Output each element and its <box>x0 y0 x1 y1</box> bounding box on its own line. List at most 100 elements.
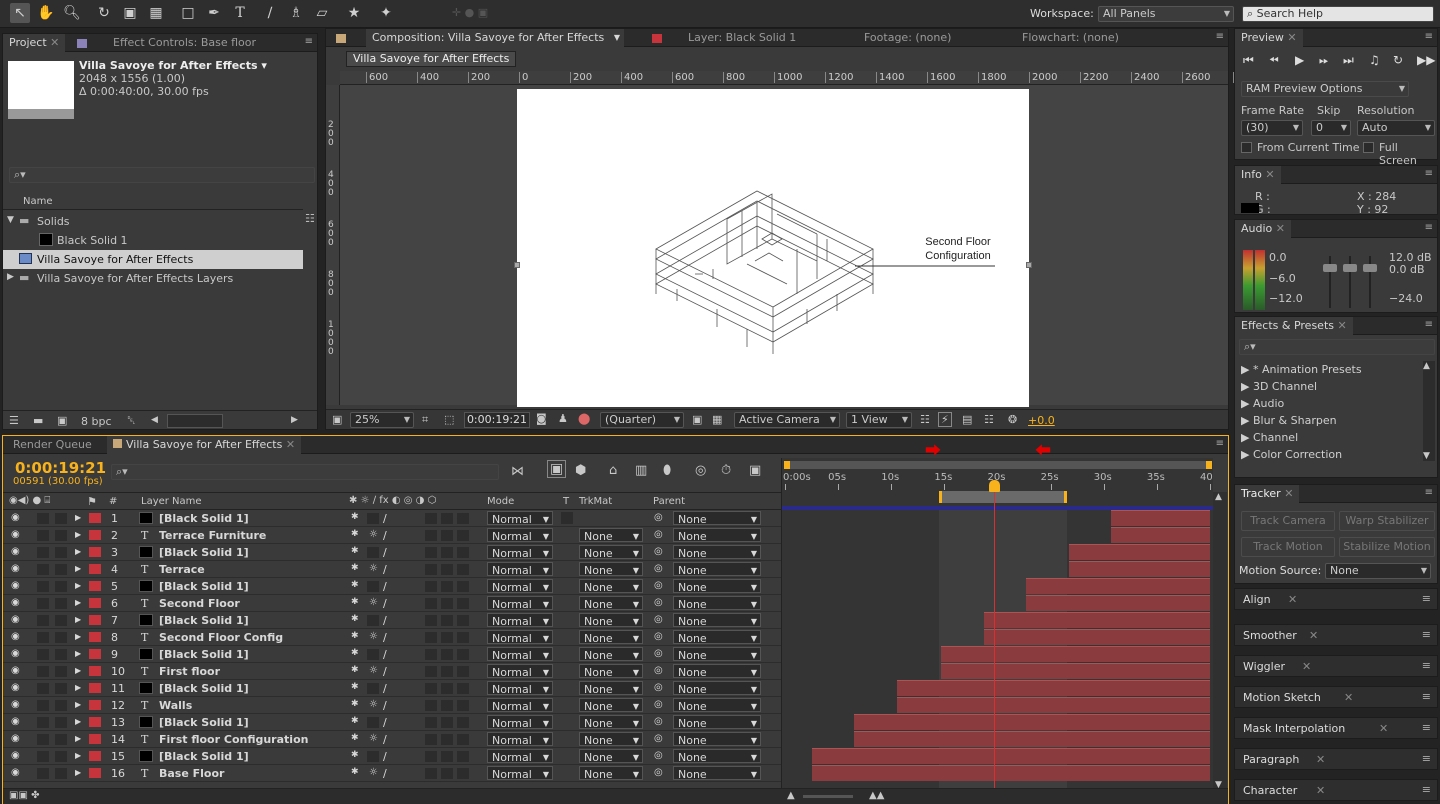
roto-brush-tool-icon[interactable]: ★ <box>344 3 364 23</box>
parent-dropdown[interactable]: None ▼ <box>673 766 761 781</box>
timeline-icon[interactable]: ▤ <box>962 413 972 426</box>
time-navigator[interactable] <box>784 461 1212 469</box>
switch-cell[interactable] <box>425 615 437 626</box>
loop-icon[interactable]: ↻ <box>1393 53 1403 67</box>
skip-dropdown[interactable]: 0 <box>1311 120 1351 136</box>
layer-row[interactable]: ◉ ▶ 8 T Second Floor Config ✱ ☼ ∕ Normal ▼ None ▼ ◎ N… <box>3 629 781 646</box>
collapse-switch-icon[interactable]: ☼ <box>369 563 378 574</box>
visibility-eye-icon[interactable]: ◉ <box>11 716 20 727</box>
pickwhip-icon[interactable]: ◎ <box>654 529 663 540</box>
trkmat-dropdown[interactable]: None ▼ <box>579 647 643 662</box>
switch-cell[interactable] <box>425 700 437 711</box>
label-color-swatch[interactable] <box>89 632 101 642</box>
brush-tool-icon[interactable]: ∕ <box>260 3 280 23</box>
layer-row[interactable]: ◉ ▶ 5 [Black Solid 1] ✱ ∕ Normal ▼ None ▼ ◎ None ▼ <box>3 578 781 595</box>
layer-name[interactable]: Walls <box>159 699 192 712</box>
label-color-swatch[interactable] <box>89 751 101 761</box>
layer-name[interactable]: [Black Solid 1] <box>159 648 249 661</box>
trkmat-dropdown[interactable]: None ▼ <box>579 545 643 560</box>
mode-dropdown[interactable]: Normal ▼ <box>487 613 553 628</box>
lock-toggle[interactable] <box>55 632 67 643</box>
playhead[interactable] <box>989 480 1001 790</box>
zoom-dropdown[interactable]: 25% <box>350 412 414 428</box>
switch-cell[interactable] <box>425 768 437 779</box>
close-icon[interactable]: ✕ <box>1284 487 1293 500</box>
lock-toggle[interactable] <box>55 683 67 694</box>
pickwhip-icon[interactable]: ◎ <box>654 699 663 710</box>
parent-dropdown[interactable]: None ▼ <box>673 630 761 645</box>
full-screen-checkbox[interactable] <box>1363 142 1374 153</box>
switch-cell[interactable] <box>457 564 469 575</box>
effects-scrollbar[interactable]: ▲ ▼ <box>1423 361 1435 461</box>
layer-row[interactable]: ◉ ▶ 12 T Walls ✱ ☼ ∕ Normal ▼ None ▼ ◎ None ▼ <box>3 697 781 714</box>
lock-toggle[interactable] <box>55 700 67 711</box>
trash-icon[interactable]: ␡ <box>127 414 136 428</box>
layer-name[interactable]: Second Floor Config <box>159 631 283 644</box>
layer-duration-bar[interactable] <box>854 714 1210 730</box>
mode-dropdown[interactable]: Normal ▼ <box>487 528 553 543</box>
pickwhip-icon[interactable]: ◎ <box>654 665 663 676</box>
close-icon[interactable]: ✕ <box>1309 629 1318 642</box>
pickwhip-icon[interactable]: ◎ <box>654 580 663 591</box>
current-timecode[interactable]: 0:00:19:21 <box>15 459 106 477</box>
effects-category-item[interactable]: ▶ Color Correction <box>1241 448 1342 461</box>
switch-cell[interactable] <box>441 598 453 609</box>
quality-switch-icon[interactable]: ∕ <box>383 631 387 644</box>
name-column-header[interactable]: Name <box>23 196 53 207</box>
parent-dropdown[interactable]: None ▼ <box>673 545 761 560</box>
trkmat-dropdown[interactable]: None ▼ <box>579 664 643 679</box>
switch-cell[interactable] <box>441 717 453 728</box>
render-icon[interactable]: ▣ <box>749 463 761 478</box>
shy-switch-icon[interactable]: ✱ <box>351 699 359 709</box>
visibility-eye-icon[interactable]: ◉ <box>11 631 20 642</box>
layer-duration-bar[interactable] <box>941 663 1210 679</box>
chevron-down-icon[interactable]: ▼ <box>614 29 620 47</box>
fast-previews-icon[interactable]: ⚡ <box>938 412 952 427</box>
view-layout-dropdown[interactable]: 1 View <box>846 412 912 428</box>
switch-cell[interactable] <box>457 530 469 541</box>
switch-cell[interactable] <box>441 683 453 694</box>
mode-dropdown[interactable]: Normal ▼ <box>487 630 553 645</box>
new-comp-icon[interactable]: ▣ <box>57 414 67 427</box>
tab-layer[interactable]: Layer: Black Solid 1 <box>682 29 802 47</box>
shy-switch-icon[interactable]: ✱ <box>351 716 359 726</box>
shy-switch-icon[interactable]: ✱ <box>351 546 359 556</box>
tab-composition[interactable]: Composition: Villa Savoye for After Effe… <box>366 29 624 47</box>
expand-arrow-icon[interactable]: ▶ <box>75 700 81 709</box>
panel-menu-icon[interactable]: ≡ <box>1425 31 1433 42</box>
label-color-swatch[interactable] <box>89 734 101 744</box>
tab-info[interactable]: Info ✕ <box>1235 166 1281 184</box>
close-icon[interactable]: ✕ <box>1338 319 1347 332</box>
switch-cell[interactable] <box>441 768 453 779</box>
effects-search-input[interactable]: ⌕▾ <box>1239 339 1435 355</box>
expand-arrow-icon[interactable]: ▶ <box>75 564 81 573</box>
shy-switch-icon[interactable]: ✱ <box>351 597 359 607</box>
audio-toggle[interactable] <box>37 513 49 524</box>
switch-cell[interactable] <box>425 666 437 677</box>
mode-dropdown[interactable]: Normal ▼ <box>487 749 553 764</box>
layer-duration-bar[interactable] <box>1026 595 1210 611</box>
collapse-switch-icon[interactable]: ☼ <box>369 529 378 540</box>
layer-name[interactable]: [Black Solid 1] <box>159 716 249 729</box>
zoom-tool-icon[interactable]: 🔍︎ <box>62 3 82 23</box>
label-color-swatch[interactable] <box>89 547 101 557</box>
clone-stamp-tool-icon[interactable]: ♗ <box>286 3 306 23</box>
label-color-swatch[interactable] <box>89 666 101 676</box>
zoom-out-icon[interactable]: ▲ <box>787 790 795 801</box>
frame-blending-icon[interactable]: ⌂ <box>609 463 617 478</box>
layer-row[interactable]: ◉ ▶ 6 T Second Floor ✱ ☼ ∕ Normal ▼ None ▼ ◎ None ▼ <box>3 595 781 612</box>
lock-toggle[interactable] <box>55 615 67 626</box>
trkmat-dropdown[interactable]: None ▼ <box>579 681 643 696</box>
hand-tool-icon[interactable]: ✋ <box>36 3 56 23</box>
switch-cell[interactable] <box>441 700 453 711</box>
hide-shy-layers-icon[interactable]: ⬢ <box>575 463 586 478</box>
label-color-swatch[interactable] <box>89 581 101 591</box>
mode-dropdown[interactable]: Normal ▼ <box>487 562 553 577</box>
switch-cell[interactable] <box>425 717 437 728</box>
effects-category-item[interactable]: ▶ * Animation Presets <box>1241 363 1362 376</box>
effects-category-item[interactable]: ▶ 3D Channel <box>1241 380 1317 393</box>
stopwatch-icon[interactable]: ⏱︎ <box>721 463 731 478</box>
parent-dropdown[interactable]: None ▼ <box>673 511 761 526</box>
panel-tab-character[interactable]: Character ✕ ≡ <box>1234 779 1438 801</box>
draft-3d-icon[interactable]: ▣ <box>547 460 567 478</box>
